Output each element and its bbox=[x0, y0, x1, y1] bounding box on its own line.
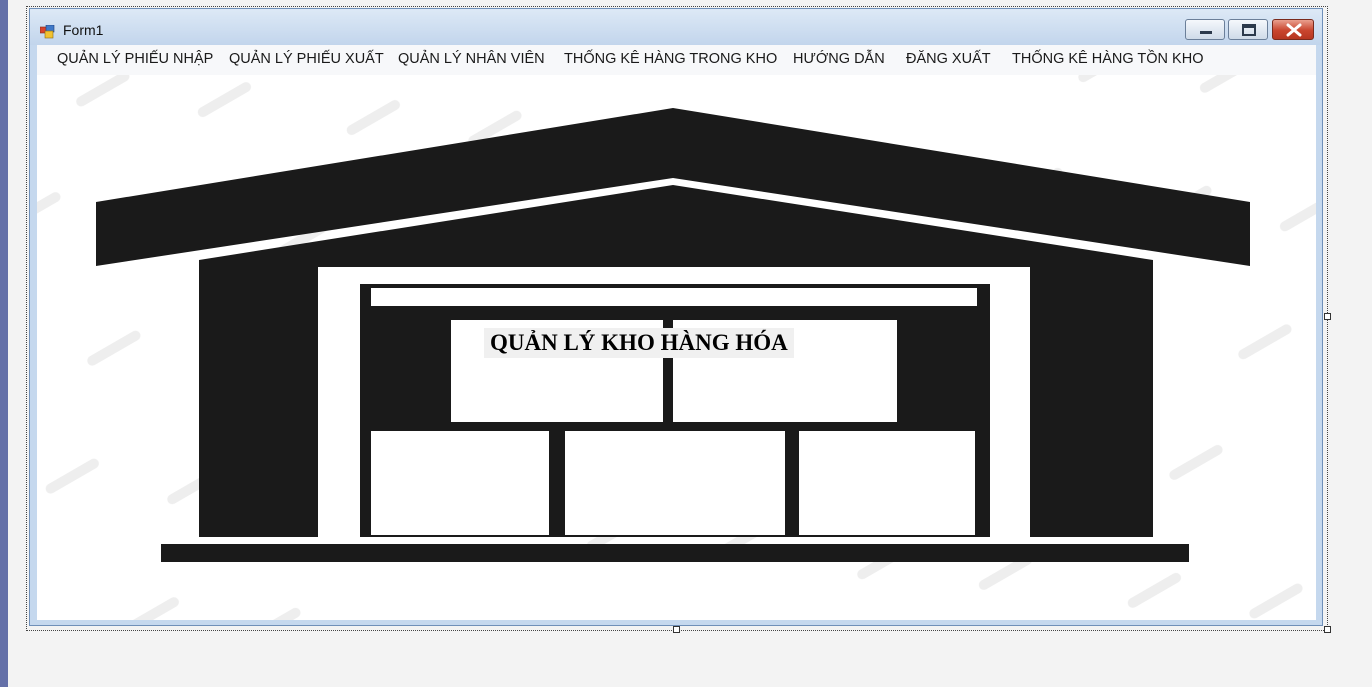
menu-item-thong-ke-hang-ton-kho[interactable]: THỐNG KÊ HÀNG TỒN KHO bbox=[1012, 51, 1203, 67]
menu-item-thong-ke-hang-trong-kho[interactable]: THỐNG KÊ HÀNG TRONG KHO bbox=[564, 51, 777, 67]
maximize-button[interactable] bbox=[1228, 19, 1268, 40]
title-bar[interactable]: Form1 bbox=[30, 9, 1322, 45]
menu-bar: QUẢN LÝ PHIẾU NHẬP QUẢN LÝ PHIẾU XUẤT QU… bbox=[37, 45, 1316, 75]
menu-item-dang-xuat[interactable]: ĐĂNG XUẤT bbox=[906, 51, 991, 67]
client-area: QUẢN LÝ PHIẾU NHẬP QUẢN LÝ PHIẾU XUẤT QU… bbox=[37, 45, 1316, 620]
designer-side-strip bbox=[0, 0, 8, 687]
resize-handle-bottom[interactable] bbox=[673, 626, 680, 633]
form-window: Form1 QUẢN LÝ PHIẾU NHẬP QUẢN LÝ PHIẾU X… bbox=[29, 8, 1323, 626]
resize-handle-corner[interactable] bbox=[1324, 626, 1331, 633]
window-title: Form1 bbox=[63, 22, 104, 38]
menu-item-quan-ly-phieu-xuat[interactable]: QUẢN LÝ PHIẾU XUẤT bbox=[229, 51, 384, 67]
menu-item-quan-ly-phieu-nhap[interactable]: QUẢN LÝ PHIẾU NHẬP bbox=[57, 51, 213, 67]
form-app-icon bbox=[39, 24, 56, 39]
page-title: QUẢN LÝ KHO HÀNG HÓA bbox=[484, 328, 794, 358]
resize-handle-right[interactable] bbox=[1324, 313, 1331, 320]
close-button[interactable] bbox=[1272, 19, 1314, 40]
menu-item-quan-ly-nhan-vien[interactable]: QUẢN LÝ NHÂN VIÊN bbox=[398, 51, 545, 67]
menu-item-huong-dan[interactable]: HƯỚNG DẪN bbox=[793, 51, 885, 67]
minimize-button[interactable] bbox=[1185, 19, 1225, 40]
warehouse-picture: QUẢN LÝ KHO HÀNG HÓA bbox=[37, 75, 1316, 620]
